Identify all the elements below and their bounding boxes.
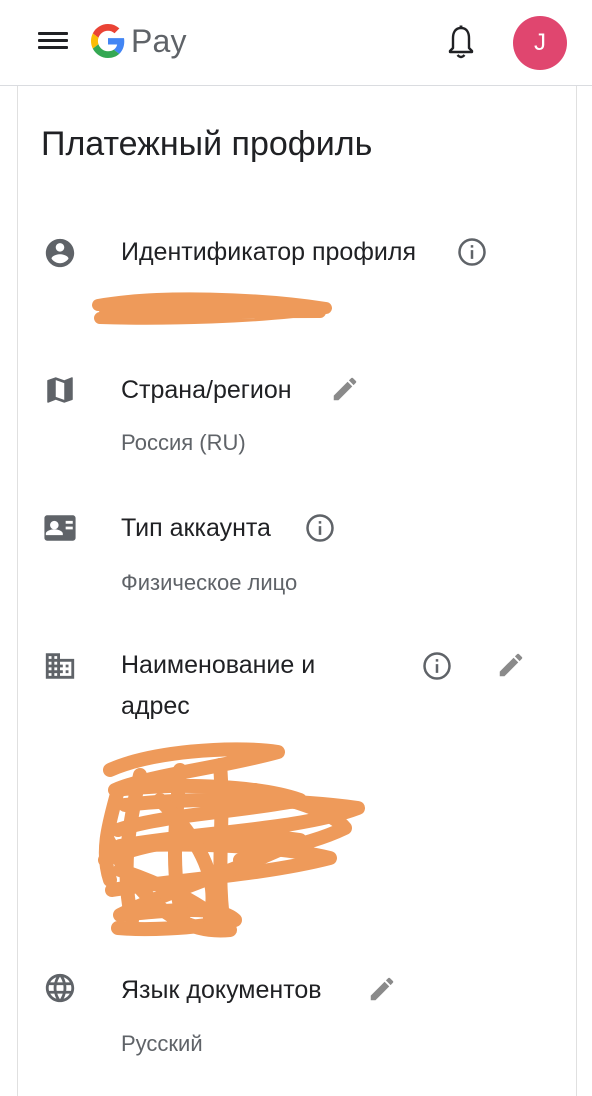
logo-pay-text: Pay [131,23,187,59]
globe-icon [45,973,75,1003]
google-pay-logo: Pay [91,20,187,62]
menu-icon[interactable] [38,29,68,53]
name-address-label-line1: Наименование и [121,651,316,679]
account-type-value: Физическое лицо [121,570,298,595]
account-circle-icon [45,238,75,268]
building-icon [45,653,75,679]
country-label: Страна/регион [121,376,292,404]
map-icon [47,377,73,403]
name-address-label-line2: адрес [121,692,190,720]
name-address-edit-pencil-icon[interactable] [496,650,526,680]
notifications-bell-icon[interactable] [446,24,476,60]
account-type-label: Тип аккаунта [121,514,271,542]
doc-language-edit-pencil-icon[interactable] [367,974,397,1004]
profile-id-info-icon[interactable] [457,237,487,267]
doc-language-value: Русский [121,1031,203,1056]
page-title: Платежный профиль [41,125,373,163]
profile-id-label: Идентификатор профиля [121,238,416,266]
google-g-logo-icon [91,24,125,58]
account-type-info-icon[interactable] [305,513,335,543]
country-edit-pencil-icon[interactable] [330,374,360,404]
user-avatar[interactable]: J [513,16,567,70]
doc-language-label: Язык документов [121,976,322,1004]
app-bar: Pay J [0,0,592,86]
name-address-info-icon[interactable] [422,651,452,681]
country-value: Россия (RU) [121,430,246,455]
contact-card-icon [44,515,76,541]
